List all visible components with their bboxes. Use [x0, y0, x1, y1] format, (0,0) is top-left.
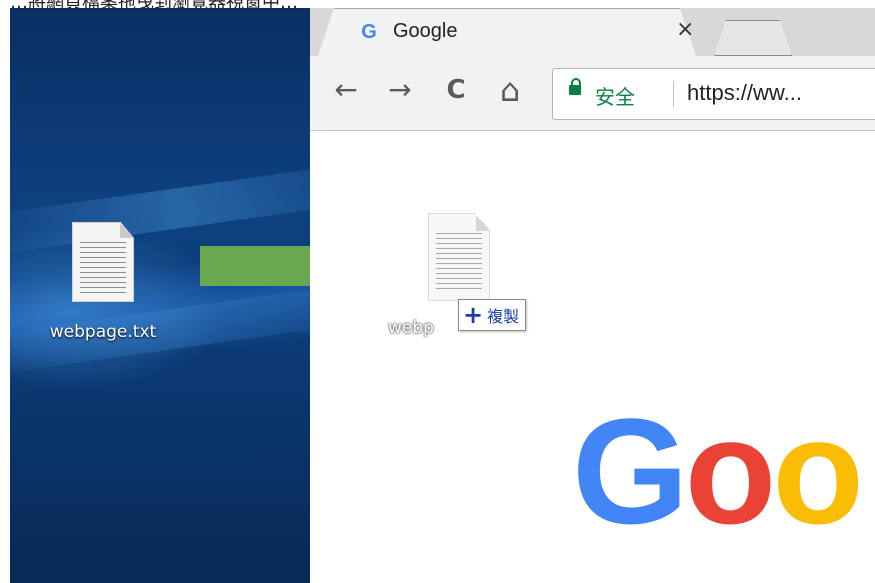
home-icon[interactable]: ⌂	[492, 72, 528, 108]
url-text: https://ww...	[687, 80, 802, 105]
tab-title: Google	[393, 20, 458, 42]
copy-drop-tooltip: + 複製	[458, 299, 527, 331]
copy-label: 複製	[487, 307, 520, 326]
back-arrow-icon[interactable]: ←	[328, 72, 364, 108]
browser-window: G Google × ← → C ⌂ 安全 https://ww... webp…	[310, 8, 875, 583]
browser-toolbar: ← → C ⌂ 安全 https://ww...	[310, 56, 875, 131]
omnibox-divider	[673, 81, 674, 107]
forward-arrow-icon[interactable]: →	[382, 72, 418, 108]
dragged-file-ghost	[428, 213, 490, 301]
tab-google[interactable]: G Google	[318, 8, 696, 56]
logo-letter: G	[572, 387, 689, 555]
new-tab-button[interactable]	[714, 20, 792, 56]
tab-strip: G Google ×	[310, 8, 875, 56]
logo-letter: o	[772, 387, 864, 555]
dragged-file-label: webp	[388, 318, 434, 338]
tab-close-icon[interactable]: ×	[676, 17, 694, 42]
google-logo: Goo	[572, 387, 864, 555]
page-content: webp + 複製 Goo	[310, 131, 875, 583]
caption-strip: …將網頁檔案拖曳到瀏覽器視窗中…	[0, 0, 875, 8]
address-bar[interactable]: 安全 https://ww...	[552, 68, 875, 120]
logo-letter: o	[684, 387, 777, 555]
reload-icon[interactable]: C	[438, 72, 474, 108]
desktop-file-webpage[interactable]: webpage.txt	[38, 222, 168, 342]
secure-label: 安全	[595, 85, 635, 109]
lock-icon	[569, 78, 581, 95]
desktop: webpage.txt	[10, 8, 310, 583]
plus-icon: +	[463, 301, 484, 329]
google-favicon-icon: G	[361, 21, 377, 43]
caption-text: …將網頁檔案拖曳到瀏覽器視窗中…	[10, 0, 298, 8]
text-file-icon	[428, 213, 490, 301]
desktop-file-label: webpage.txt	[49, 322, 157, 342]
text-file-icon	[72, 222, 134, 302]
